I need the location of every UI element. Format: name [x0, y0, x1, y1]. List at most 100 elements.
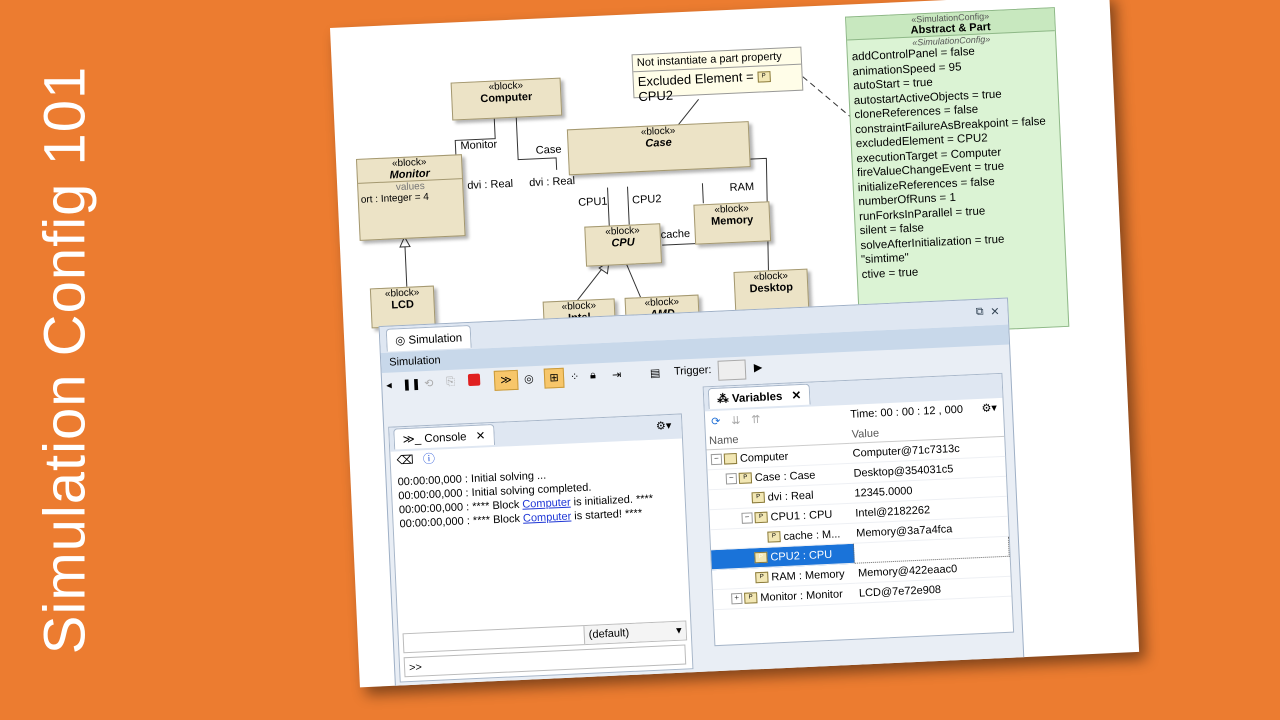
block-memory[interactable]: «block» Memory	[693, 201, 772, 245]
console-output[interactable]: 00:00:00,000 : Initial solving ... 00:00:…	[391, 458, 691, 643]
tab-label: Simulation	[408, 332, 463, 347]
part-icon: P	[738, 472, 753, 485]
refresh-icon[interactable]: ⟳	[711, 415, 721, 428]
block-case[interactable]: «block» Case	[566, 121, 751, 176]
variable-name: CPU2 : CPU	[770, 548, 833, 564]
slide-title: Simulation Config 101	[32, 65, 98, 655]
reference-cpu-memory	[662, 243, 696, 246]
config-properties: addControlPanel = false animationSpeed = …	[848, 41, 1066, 282]
eraser-icon[interactable]: ⌫	[396, 453, 414, 468]
simulation-config-block[interactable]: «SimulationConfig» Abstract & Part «Simu…	[845, 7, 1070, 337]
block-icon	[723, 453, 738, 465]
close-icon[interactable]: ✕	[475, 430, 485, 442]
tree-toggle-icon[interactable]: −	[725, 473, 738, 485]
diagram-note[interactable]: Not instantiate a part property Excluded…	[631, 46, 804, 107]
variable-name: cache : M...	[783, 527, 841, 543]
label-cpu2-role: CPU2	[631, 193, 662, 207]
part-icon: P	[755, 571, 769, 584]
restore-icon[interactable]: ⧉	[975, 306, 983, 319]
tab-simulation[interactable]: ◎ Simulation	[385, 324, 472, 352]
label-cpu1-role: CPU1	[577, 195, 608, 209]
block-name: CPU	[611, 236, 635, 250]
tab-label: Console	[424, 431, 467, 446]
composition-case-ram	[701, 183, 704, 204]
console-text: is started! ****	[570, 507, 643, 523]
part-icon: P	[767, 531, 781, 543]
console-link[interactable]: Computer	[523, 511, 572, 525]
console-prompt: >>	[408, 661, 423, 675]
diagram-mode-icon[interactable]: ⊞	[543, 367, 565, 389]
tab-console[interactable]: ≫_ Console ✕	[393, 423, 495, 450]
block-name: Desktop	[749, 281, 794, 296]
console-panel: ≫_ Console ✕ ⚙▾ ⌫ ⓘ 00:00:00,000 : Initi…	[388, 413, 694, 683]
lock-icon[interactable]: 🔒︎	[590, 369, 596, 382]
chevron-down-icon: ▾	[675, 624, 682, 637]
trigger-select[interactable]	[717, 359, 747, 381]
gear-icon[interactable]: ⚙▾	[656, 419, 672, 433]
block-name: LCD	[391, 298, 415, 312]
pause-icon[interactable]: ❚❚	[402, 377, 421, 391]
part-icon: P	[751, 491, 765, 504]
tab-label: Variables	[731, 390, 783, 406]
variable-name: Computer	[739, 450, 789, 465]
variable-name: CPU1 : CPU	[770, 508, 833, 524]
variable-name: Monitor : Monitor	[760, 587, 843, 604]
gear-icon[interactable]: ⚙▾	[981, 401, 997, 415]
close-icon[interactable]: ✕	[791, 390, 801, 402]
console-context-select[interactable]: (default) ▾	[583, 621, 687, 645]
grid-icon[interactable]: ▤	[650, 366, 661, 379]
tree-toggle-icon[interactable]: −	[710, 453, 723, 466]
variables-icon: ⁂	[716, 393, 730, 406]
export-icon[interactable]: ⇥	[612, 368, 622, 381]
label-dvi-real: dvi : Real	[528, 175, 576, 190]
variables-panel: ⁂ Variables ✕ ⟳ ⇊ ⇈ Time: 00 : 00 : 12 ,…	[702, 372, 1015, 647]
variable-name: Case : Case	[754, 468, 816, 484]
tab-variables[interactable]: ⁂ Variables ✕	[707, 383, 811, 410]
generalization-amd-cpu	[625, 262, 641, 298]
console-mode-icon[interactable]: ≫	[493, 369, 519, 391]
screenshot-card: «block» Computer «block» Monitor values …	[330, 0, 1140, 688]
block-computer[interactable]: «block» Computer	[450, 77, 563, 121]
step-into-icon[interactable]: ⎘	[446, 376, 455, 389]
note-excluded-label: Excluded Element =	[637, 68, 758, 90]
part-icon: P	[744, 592, 758, 604]
composition-case-cpu2	[627, 186, 630, 225]
stop-icon[interactable]	[467, 373, 481, 387]
composition-computer-case	[515, 114, 558, 170]
label-ram-role: RAM	[729, 180, 755, 195]
tree-toggle-icon[interactable]: +	[731, 592, 743, 605]
block-lcd[interactable]: «block» LCD	[369, 285, 436, 329]
simulation-window[interactable]: ◎ Simulation ✕ ⧉ Simulation ◂ ❚❚ ⟲ ⎘ ≫ ◎…	[378, 297, 1025, 688]
target-icon[interactable]: ◎	[524, 372, 534, 385]
label-monitor-role: Monitor	[460, 138, 498, 153]
select-value: (default)	[588, 627, 630, 641]
expand-icon[interactable]: ⇈	[751, 413, 761, 426]
block-monitor[interactable]: «block» Monitor values ort : Integer = 4	[355, 154, 466, 241]
variable-name: dvi : Real	[767, 489, 814, 504]
close-icon[interactable]: ✕	[990, 305, 1000, 318]
nodes-icon[interactable]: ⁘	[570, 370, 580, 383]
console-icon: ≫_	[402, 433, 422, 447]
block-name: Memory	[710, 214, 754, 228]
label-dvi-real: dvi : Real	[467, 177, 514, 192]
info-icon[interactable]: ⓘ	[423, 452, 436, 467]
generalization-lcd-monitor	[404, 242, 408, 287]
step-icon[interactable]: ⟲	[424, 377, 434, 390]
block-desktop[interactable]: «block» Desktop	[733, 268, 810, 312]
label-case-role: Case	[535, 143, 562, 157]
note-excluded-value: CPU2	[638, 87, 674, 105]
block-cpu[interactable]: «block» CPU	[584, 223, 663, 267]
tree-toggle-icon[interactable]: −	[741, 512, 753, 524]
play-icon[interactable]: ▶	[754, 361, 763, 374]
part-icon: P	[754, 551, 768, 564]
collapse-icon[interactable]: ⇊	[731, 414, 741, 427]
simulation-icon: ◎	[395, 334, 406, 348]
console-link[interactable]: Computer	[522, 497, 571, 511]
simulation-time: Time: 00 : 00 : 12 , 000	[850, 403, 964, 421]
back-icon[interactable]: ◂	[386, 379, 392, 392]
part-icon: P	[757, 71, 771, 83]
composition-case-cpu1	[607, 187, 610, 226]
trigger-label: Trigger:	[673, 364, 712, 378]
